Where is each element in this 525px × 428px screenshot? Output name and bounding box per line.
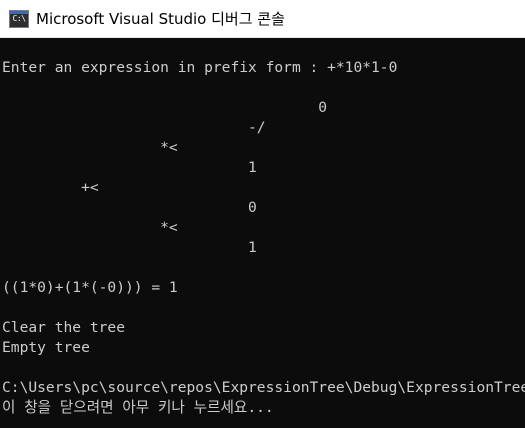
- prompt-line: Enter an expression in prefix form : +*1…: [2, 59, 398, 76]
- console-window: C:\ Microsoft Visual Studio 디버그 콘솔 Enter…: [0, 0, 525, 428]
- tree-line: 0: [2, 99, 328, 116]
- clear-line: Clear the tree: [2, 319, 126, 336]
- empty-line: Empty tree: [2, 339, 90, 356]
- press-any-key-line: 이 창을 닫으려면 아무 키나 누르세요...: [2, 399, 274, 416]
- tree-line: 0: [2, 199, 257, 216]
- tree-line: 1: [2, 239, 257, 256]
- tree-line: +<: [2, 179, 99, 196]
- tree-line: -/: [2, 119, 266, 136]
- result-line: ((1*0)+(1*(-0))) = 1: [2, 279, 178, 296]
- console-app-icon: C:\: [9, 10, 29, 28]
- title-bar[interactable]: C:\ Microsoft Visual Studio 디버그 콘솔: [0, 0, 525, 38]
- console-output[interactable]: Enter an expression in prefix form : +*1…: [0, 38, 525, 428]
- tree-line: 1: [2, 159, 257, 176]
- window-title: Microsoft Visual Studio 디버그 콘솔: [36, 10, 285, 28]
- tree-line: *<: [2, 139, 178, 156]
- exit-path-line: C:\Users\pc\source\repos\ExpressionTree\…: [2, 379, 525, 396]
- tree-line: *<: [2, 219, 178, 236]
